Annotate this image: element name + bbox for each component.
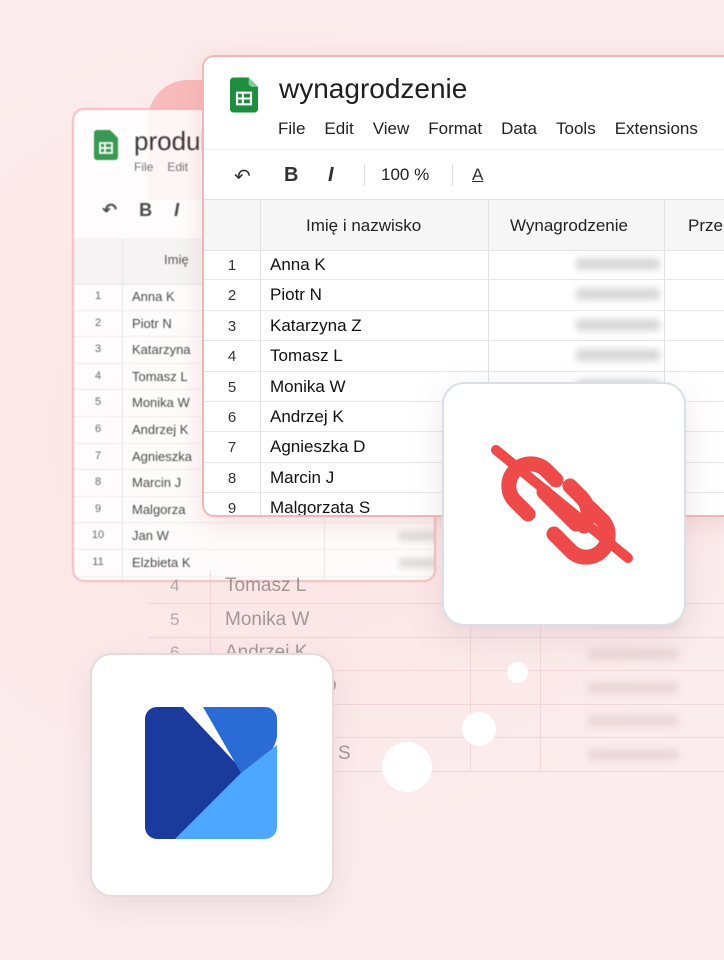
blurred-salary-cell[interactable] bbox=[576, 318, 660, 331]
decorative-bubble bbox=[507, 662, 528, 683]
row-number[interactable]: 8 bbox=[222, 470, 242, 487]
table-row: 3 Katarzyna Z bbox=[204, 311, 724, 342]
unlink-card bbox=[442, 382, 686, 626]
blurred-salary-cell[interactable] bbox=[576, 258, 660, 270]
table-row: 10 Jan W bbox=[74, 523, 434, 550]
blurred-salary-cell[interactable] bbox=[576, 349, 660, 362]
menu-file[interactable]: File bbox=[134, 160, 153, 174]
row-number: 1 bbox=[94, 290, 102, 302]
cell-name[interactable]: Marcin J bbox=[132, 475, 181, 490]
blurred-salary-cell[interactable] bbox=[576, 288, 660, 301]
blurred-cell bbox=[588, 649, 678, 659]
bold-icon[interactable]: B bbox=[284, 164, 298, 187]
cell-name[interactable]: Monika W bbox=[132, 395, 190, 410]
cell-name[interactable]: Katarzyna Z bbox=[270, 316, 362, 336]
row-number: 5 bbox=[170, 609, 180, 629]
row-number[interactable]: 2 bbox=[222, 287, 242, 304]
text-color-icon[interactable]: A bbox=[472, 165, 483, 185]
decorative-bubble bbox=[462, 712, 496, 746]
column-header-name: Imię bbox=[164, 252, 189, 267]
cell-name[interactable]: Malgorza bbox=[132, 502, 185, 517]
row-number: 4 bbox=[170, 576, 180, 595]
table-row: 1 Anna K bbox=[204, 250, 724, 281]
menu-format[interactable]: Format bbox=[428, 119, 482, 139]
cell-name: Monika W bbox=[225, 608, 310, 630]
blurred-cell bbox=[588, 716, 678, 726]
row-number: 4 bbox=[94, 369, 102, 382]
cell-name[interactable]: Agnieszka bbox=[132, 449, 192, 464]
table-row: 4 Tomasz L bbox=[204, 341, 724, 372]
row-number[interactable]: 4 bbox=[222, 348, 242, 365]
bold-icon[interactable]: B bbox=[139, 200, 152, 221]
cell-name[interactable]: Andrzej K bbox=[270, 407, 344, 427]
cell-name[interactable]: Piotr N bbox=[270, 285, 322, 305]
cell-name[interactable]: Malgorzata S bbox=[270, 498, 370, 515]
column-header-row: Imię i nazwisko Wynagrodzenie Prze bbox=[204, 199, 724, 251]
row-number: 5 bbox=[94, 396, 102, 409]
row-number: 6 bbox=[94, 422, 102, 435]
cell-name[interactable]: Anna K bbox=[132, 289, 175, 304]
menu-data[interactable]: Data bbox=[501, 119, 537, 139]
app-logo-card bbox=[90, 653, 334, 897]
app-logo-icon bbox=[145, 707, 277, 839]
cell-name[interactable]: Anna K bbox=[270, 255, 326, 275]
cell-name[interactable]: Marcin J bbox=[270, 468, 334, 488]
italic-icon[interactable]: I bbox=[328, 164, 334, 187]
cell-name[interactable]: Katarzyna bbox=[132, 342, 191, 357]
blurred-cell bbox=[588, 682, 678, 693]
column-header-third[interactable]: Prze bbox=[688, 216, 723, 236]
menu-edit[interactable]: Edit bbox=[324, 119, 353, 139]
toolbar: ↶ B I 100 % A bbox=[204, 149, 724, 200]
italic-icon[interactable]: I bbox=[174, 200, 179, 221]
back-sheet-menu: File Edit bbox=[134, 160, 188, 174]
zoom-select[interactable]: 100 % bbox=[381, 165, 429, 185]
blurred-cell bbox=[588, 749, 678, 760]
cell-name[interactable]: Andrzej K bbox=[132, 422, 188, 437]
row-number: 11 bbox=[92, 555, 104, 568]
blurred-cell bbox=[399, 557, 434, 568]
table-row: 2 Piotr N bbox=[204, 280, 724, 311]
cell-name[interactable]: Elzbieta K bbox=[132, 555, 191, 570]
toolbar-separator bbox=[364, 164, 365, 186]
menu-tools[interactable]: Tools bbox=[556, 119, 596, 139]
row-number[interactable]: 3 bbox=[222, 318, 242, 335]
cell-name[interactable]: Tomasz L bbox=[270, 346, 343, 366]
cell-name[interactable]: Piotr N bbox=[132, 316, 172, 331]
row-number: 3 bbox=[94, 343, 102, 356]
toolbar-separator bbox=[452, 164, 453, 186]
row-number[interactable]: 6 bbox=[222, 409, 242, 426]
row-number: 7 bbox=[94, 449, 102, 462]
cell-name[interactable]: Agnieszka D bbox=[270, 437, 365, 457]
decorative-bubble bbox=[382, 742, 432, 792]
cell-name[interactable]: Jan W bbox=[132, 528, 169, 543]
sheet-title[interactable]: wynagrodzenie bbox=[279, 73, 467, 105]
cell-name[interactable]: Monika W bbox=[270, 377, 346, 397]
row-number[interactable]: 7 bbox=[222, 439, 242, 456]
row-number: 8 bbox=[94, 476, 102, 489]
google-sheets-icon bbox=[94, 130, 118, 160]
menu-edit[interactable]: Edit bbox=[167, 160, 188, 174]
menu-view[interactable]: View bbox=[373, 119, 410, 139]
menu-bar: File Edit View Format Data Tools Extensi… bbox=[278, 119, 717, 139]
google-sheets-icon bbox=[230, 77, 258, 113]
row-number[interactable]: 9 bbox=[222, 500, 242, 515]
row-number: 9 bbox=[94, 502, 102, 515]
cell-name: S bbox=[338, 742, 351, 764]
column-header-name[interactable]: Imię i nazwisko bbox=[306, 216, 421, 236]
undo-icon[interactable]: ↶ bbox=[102, 200, 117, 221]
unlink-icon bbox=[491, 445, 633, 565]
undo-icon[interactable]: ↶ bbox=[234, 164, 251, 189]
row-number[interactable]: 1 bbox=[222, 257, 242, 274]
column-header-salary[interactable]: Wynagrodzenie bbox=[510, 216, 628, 236]
menu-extensions[interactable]: Extensions bbox=[615, 119, 698, 139]
row-number[interactable]: 5 bbox=[222, 379, 242, 396]
back-sheet-toolbar: ↶ B I bbox=[102, 200, 179, 221]
row-number: 10 bbox=[91, 529, 105, 542]
menu-file[interactable]: File bbox=[278, 119, 305, 139]
row-number: 2 bbox=[94, 316, 102, 329]
cell-name[interactable]: Tomasz L bbox=[132, 369, 188, 384]
blurred-cell bbox=[399, 531, 434, 542]
cell-name: Tomasz L bbox=[225, 575, 307, 596]
